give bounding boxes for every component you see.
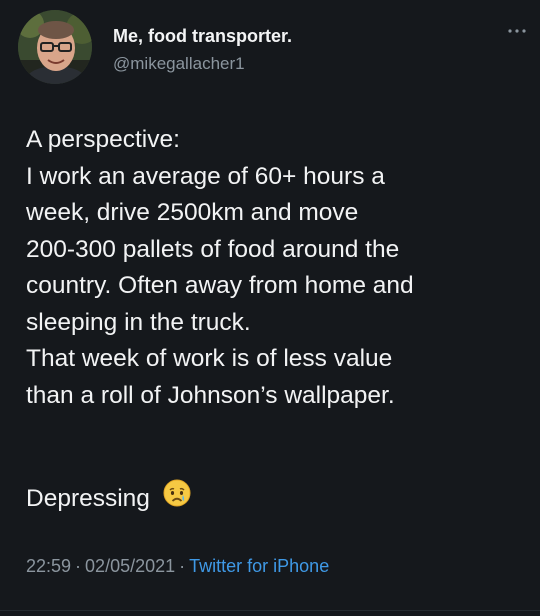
crying-face-emoji-icon bbox=[163, 479, 191, 517]
tweet-line: sleeping in the truck. bbox=[26, 308, 251, 336]
tweet-date[interactable]: 02/05/2021 bbox=[85, 556, 175, 576]
tweet-line: I work an average of 60+ hours a bbox=[26, 162, 385, 190]
tweet-line: That week of work is of less value bbox=[26, 345, 393, 372]
tweet-line: country. Often away from home and bbox=[26, 272, 414, 299]
tweet-card: Me, food transporter. @mikegallacher1 A … bbox=[0, 0, 540, 616]
display-name[interactable]: Me, food transporter. bbox=[113, 26, 292, 47]
tweet-meta: 22:59 · 02/05/2021 · Twitter for iPhone bbox=[26, 556, 329, 577]
tweet-time[interactable]: 22:59 bbox=[26, 556, 71, 576]
user-handle[interactable]: @mikegallacher1 bbox=[113, 54, 245, 74]
closing-text: Depressing bbox=[26, 485, 150, 512]
tweet-line: A perspective: bbox=[26, 126, 180, 153]
tweet-text: A perspective: I work an average of 60+ … bbox=[26, 122, 526, 414]
meta-separator: · bbox=[75, 556, 82, 576]
avatar-image bbox=[18, 10, 92, 84]
divider bbox=[0, 610, 540, 611]
meta-separator: · bbox=[179, 556, 186, 576]
tweet-closing-line: Depressing bbox=[26, 479, 191, 517]
tweet-line: 200-300 pallets of food around the bbox=[26, 235, 400, 263]
tweet-line: week, drive 2500km and move bbox=[26, 199, 359, 226]
tweet-source-link[interactable]: Twitter for iPhone bbox=[189, 556, 329, 576]
avatar[interactable] bbox=[18, 10, 92, 84]
tweet-header: Me, food transporter. @mikegallacher1 bbox=[18, 10, 528, 86]
more-dots-icon[interactable] bbox=[506, 24, 528, 38]
tweet-line: than a roll of Johnson’s wallpaper. bbox=[26, 381, 395, 409]
